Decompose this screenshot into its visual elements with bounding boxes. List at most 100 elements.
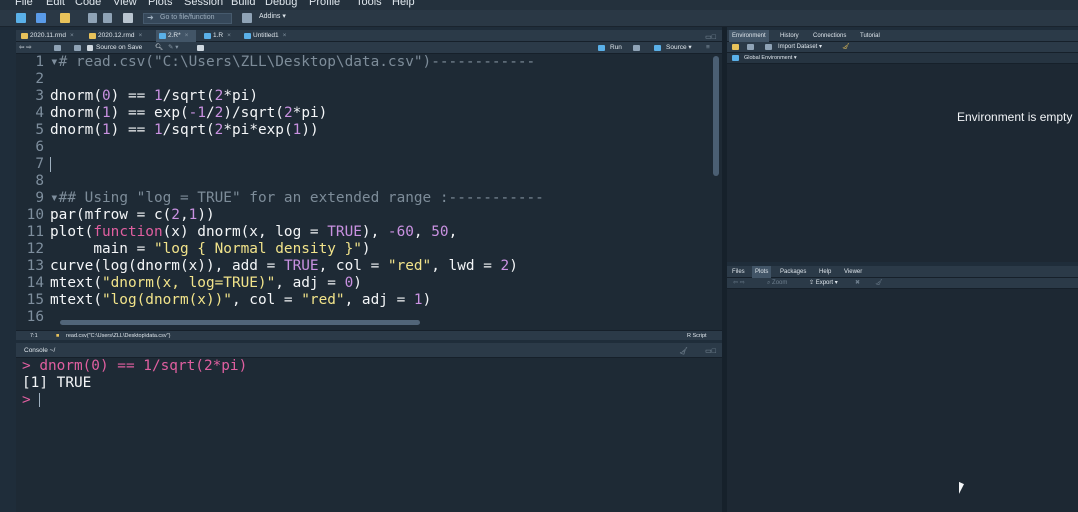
- grid-layout-icon[interactable]: [242, 13, 252, 23]
- code-line: 4 dnorm(1) == exp(-1/2)/sqrt(2*pi): [35, 105, 328, 121]
- save-icon[interactable]: [88, 13, 97, 23]
- close-icon[interactable]: ×: [139, 32, 143, 39]
- main-toolbar: ➜ Go to file/function Addins ▾: [0, 10, 1078, 27]
- close-icon[interactable]: ×: [227, 32, 231, 39]
- environment-scope-bar: Global Environment ▾: [727, 53, 1078, 64]
- back-forward-icon[interactable]: ⇦ ⇨: [19, 42, 32, 54]
- source-icon: [654, 45, 661, 51]
- fold-icon[interactable]: ▾: [50, 190, 59, 206]
- menu-tools[interactable]: Tools: [356, 0, 382, 8]
- new-project-icon[interactable]: [36, 13, 46, 23]
- plots-toolbar: ⇦ ⇨ ⌕ Zoom ⇪ Export ▾ ✖ 🧹︎: [727, 278, 1078, 289]
- tab-history[interactable]: History: [777, 30, 802, 42]
- environment-tabbar: Environment History Connections Tutorial: [727, 30, 1078, 42]
- tab-1-r[interactable]: 1.R ×: [201, 30, 237, 42]
- close-icon[interactable]: ×: [70, 32, 74, 39]
- source-on-save-checkbox[interactable]: [87, 45, 93, 51]
- tab-files[interactable]: Files: [729, 266, 748, 278]
- new-file-icon[interactable]: [16, 13, 26, 23]
- load-workspace-icon[interactable]: [732, 44, 739, 50]
- menu-debug[interactable]: Debug: [265, 0, 297, 8]
- fold-icon[interactable]: ▾: [50, 54, 59, 70]
- tab-plots[interactable]: Plots: [752, 266, 772, 278]
- source-button[interactable]: Source ▾: [666, 42, 692, 54]
- tab-2020-12-rmd[interactable]: 2020.12.rmd ×: [86, 30, 150, 42]
- scope-icon: ■: [56, 333, 60, 339]
- menu-plots[interactable]: Plots: [148, 0, 172, 8]
- tab-help[interactable]: Help: [816, 266, 834, 278]
- mouse-pointer-icon: [959, 480, 964, 494]
- clear-plots-icon[interactable]: 🧹︎: [875, 278, 883, 289]
- source-on-save-label: Source on Save: [96, 44, 143, 51]
- environment-empty-message: Environment is empty: [957, 110, 1073, 124]
- code-area[interactable]: 1 ▾# read.csv("C:\Users\ZLL\Desktop\data.…: [16, 54, 712, 336]
- scope-navigator[interactable]: read.csv("C:\Users\ZLL\Desktop\data.csv"…: [66, 331, 170, 341]
- prev-next-plot-icon[interactable]: ⇦ ⇨: [733, 278, 745, 289]
- maximize-icon[interactable]: ▭□: [705, 347, 716, 355]
- print-icon[interactable]: [123, 13, 133, 23]
- menu-code[interactable]: Code: [75, 0, 101, 8]
- run-button[interactable]: Run: [610, 42, 622, 54]
- editor-status-bar: 7:1 ■ read.csv("C:\Users\ZLL\Desktop\dat…: [16, 330, 722, 340]
- go-to-file-input[interactable]: ➜ Go to file/function: [143, 13, 232, 24]
- console-pane: Console ~/ ▭□ 🧹︎ > dnorm(0) == 1/sqrt(2*…: [16, 343, 722, 512]
- tab-viewer[interactable]: Viewer: [841, 266, 865, 278]
- code-line: 10 par(mfrow = c(2,1)): [26, 207, 215, 223]
- show-in-window-icon[interactable]: [54, 45, 61, 51]
- go-to-placeholder: Go to file/function: [160, 14, 215, 21]
- addins-button[interactable]: Addins ▾: [259, 12, 286, 20]
- search-icon[interactable]: 🔍︎: [155, 42, 163, 54]
- environment-scope-dropdown[interactable]: Global Environment ▾: [744, 53, 797, 64]
- tab-packages[interactable]: Packages: [777, 266, 809, 278]
- scroll-thumb[interactable]: [713, 56, 719, 176]
- code-line: 15 mtext("log(dnorm(x))", col = "red", ad…: [26, 292, 432, 308]
- run-icon: [598, 45, 605, 51]
- tab-tutorial[interactable]: Tutorial: [857, 30, 883, 42]
- menu-build[interactable]: Build: [231, 0, 255, 8]
- code-line: 11 plot(function(x) dnorm(x, log = TRUE),…: [26, 224, 458, 240]
- code-line: 5 dnorm(1) == 1/sqrt(2*pi*exp(1)): [35, 122, 319, 138]
- remove-plot-icon[interactable]: ✖: [855, 278, 860, 289]
- tab-untitled1[interactable]: Untitled1 ×: [241, 30, 295, 42]
- menu-edit[interactable]: Edit: [46, 0, 65, 8]
- code-line: 13 curve(log(dnorm(x)), add = TRUE, col =…: [26, 258, 518, 274]
- close-icon[interactable]: ×: [185, 32, 189, 39]
- rmd-file-icon: [21, 33, 28, 39]
- tab-2-r[interactable]: 2.R* ×: [156, 30, 196, 42]
- outline-icon[interactable]: ≡: [706, 42, 710, 54]
- tab-connections[interactable]: Connections: [810, 30, 849, 42]
- console-output[interactable]: > dnorm(0) == 1/sqrt(2*pi) [1] TRUE >: [22, 358, 247, 409]
- left-gutter: [0, 27, 16, 512]
- r-logo-icon: [732, 55, 739, 61]
- file-type-selector[interactable]: R Script: [687, 331, 707, 341]
- menu-help[interactable]: Help: [392, 0, 415, 8]
- menu-profile[interactable]: Profile: [309, 0, 340, 8]
- save-workspace-icon[interactable]: [747, 44, 754, 50]
- editor-vertical-scrollbar[interactable]: [713, 54, 719, 336]
- zoom-button[interactable]: ⌕ Zoom: [767, 278, 787, 289]
- editor-horizontal-scrollbar[interactable]: [60, 320, 420, 325]
- console-output-line: [1] TRUE: [22, 375, 92, 391]
- import-dataset-button[interactable]: Import Dataset ▾: [778, 42, 822, 53]
- menu-session[interactable]: Session: [184, 0, 223, 8]
- open-file-icon[interactable]: [60, 13, 70, 23]
- code-line: 7: [16, 156, 51, 173]
- menu-file[interactable]: File: [15, 0, 33, 8]
- save-all-icon[interactable]: [103, 13, 112, 23]
- clear-objects-icon[interactable]: 🧹︎: [842, 42, 850, 53]
- tab-2020-11-rmd[interactable]: 2020.11.rmd ×: [18, 30, 80, 42]
- save-file-icon[interactable]: [74, 45, 81, 51]
- files-plots-pane: Files Plots Packages Help Viewer ⇦ ⇨ ⌕ Z…: [727, 266, 1078, 512]
- console-header: Console ~/ ▭□ 🧹︎: [16, 343, 722, 358]
- wand-icon[interactable]: ✎ ▾: [168, 42, 179, 54]
- maximize-icon[interactable]: ▭□: [705, 33, 716, 41]
- menu-view[interactable]: View: [113, 0, 137, 8]
- close-icon[interactable]: ×: [283, 32, 287, 39]
- console-input-line: > dnorm(0) == 1/sqrt(2*pi): [22, 358, 248, 374]
- console-prompt[interactable]: >: [22, 392, 247, 409]
- tab-environment[interactable]: Environment: [729, 30, 769, 42]
- clear-console-icon[interactable]: 🧹︎: [679, 347, 688, 355]
- rerun-icon[interactable]: [633, 45, 640, 51]
- compile-report-icon[interactable]: [197, 45, 204, 51]
- export-button[interactable]: ⇪ Export ▾: [809, 278, 838, 289]
